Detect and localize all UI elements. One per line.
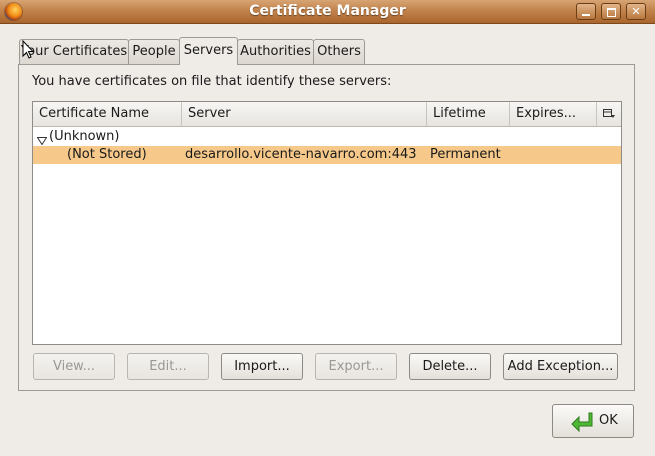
tab-others[interactable]: Others xyxy=(313,39,365,64)
cell-server: desarrollo.vicente-navarro.com:443 xyxy=(185,147,417,162)
certificate-tree[interactable]: Certificate Name Server Lifetime Expires… xyxy=(32,101,622,345)
cell-certificate-name: (Not Stored) xyxy=(67,147,147,162)
ok-label: OK xyxy=(599,413,618,428)
green-arrow-icon xyxy=(571,412,593,445)
column-certificate-name[interactable]: Certificate Name xyxy=(33,102,182,126)
tree-header: Certificate Name Server Lifetime Expires… xyxy=(33,102,621,127)
column-expires[interactable]: Expires... xyxy=(510,102,597,126)
cell-lifetime: Permanent xyxy=(430,147,501,162)
tab-servers[interactable]: Servers xyxy=(179,37,238,65)
add-exception-button[interactable]: Add Exception... xyxy=(503,353,618,380)
tab-your-certificates[interactable]: Your Certificates xyxy=(19,39,129,64)
ok-button[interactable]: OK xyxy=(552,404,634,438)
table-row[interactable]: (Not Stored) desarrollo.vicente-navarro.… xyxy=(33,146,621,164)
view-button[interactable]: View... xyxy=(33,353,115,380)
delete-button[interactable]: Delete... xyxy=(409,353,491,380)
tree-group-row[interactable]: (Unknown) xyxy=(33,128,621,146)
certificate-manager-window: Certificate Manager ✕ Your Certificates … xyxy=(0,0,655,456)
servers-panel: You have certificates on file that ident… xyxy=(18,64,635,391)
panel-description: You have certificates on file that ident… xyxy=(32,74,392,89)
maximize-button[interactable] xyxy=(601,3,621,20)
group-label: (Unknown) xyxy=(49,129,120,144)
mouse-pointer-icon xyxy=(22,39,35,63)
title-bar[interactable]: Certificate Manager ✕ xyxy=(0,0,655,24)
column-picker-icon[interactable] xyxy=(597,102,621,126)
close-button[interactable]: ✕ xyxy=(626,3,646,20)
column-lifetime[interactable]: Lifetime xyxy=(427,102,510,126)
tab-people[interactable]: People xyxy=(128,39,180,64)
edit-button[interactable]: Edit... xyxy=(127,353,209,380)
import-button[interactable]: Import... xyxy=(221,353,303,380)
minimize-button[interactable] xyxy=(576,3,596,20)
column-server[interactable]: Server xyxy=(182,102,427,126)
export-button[interactable]: Export... xyxy=(315,353,397,380)
tab-authorities[interactable]: Authorities xyxy=(237,39,314,64)
window-title: Certificate Manager xyxy=(249,3,406,19)
